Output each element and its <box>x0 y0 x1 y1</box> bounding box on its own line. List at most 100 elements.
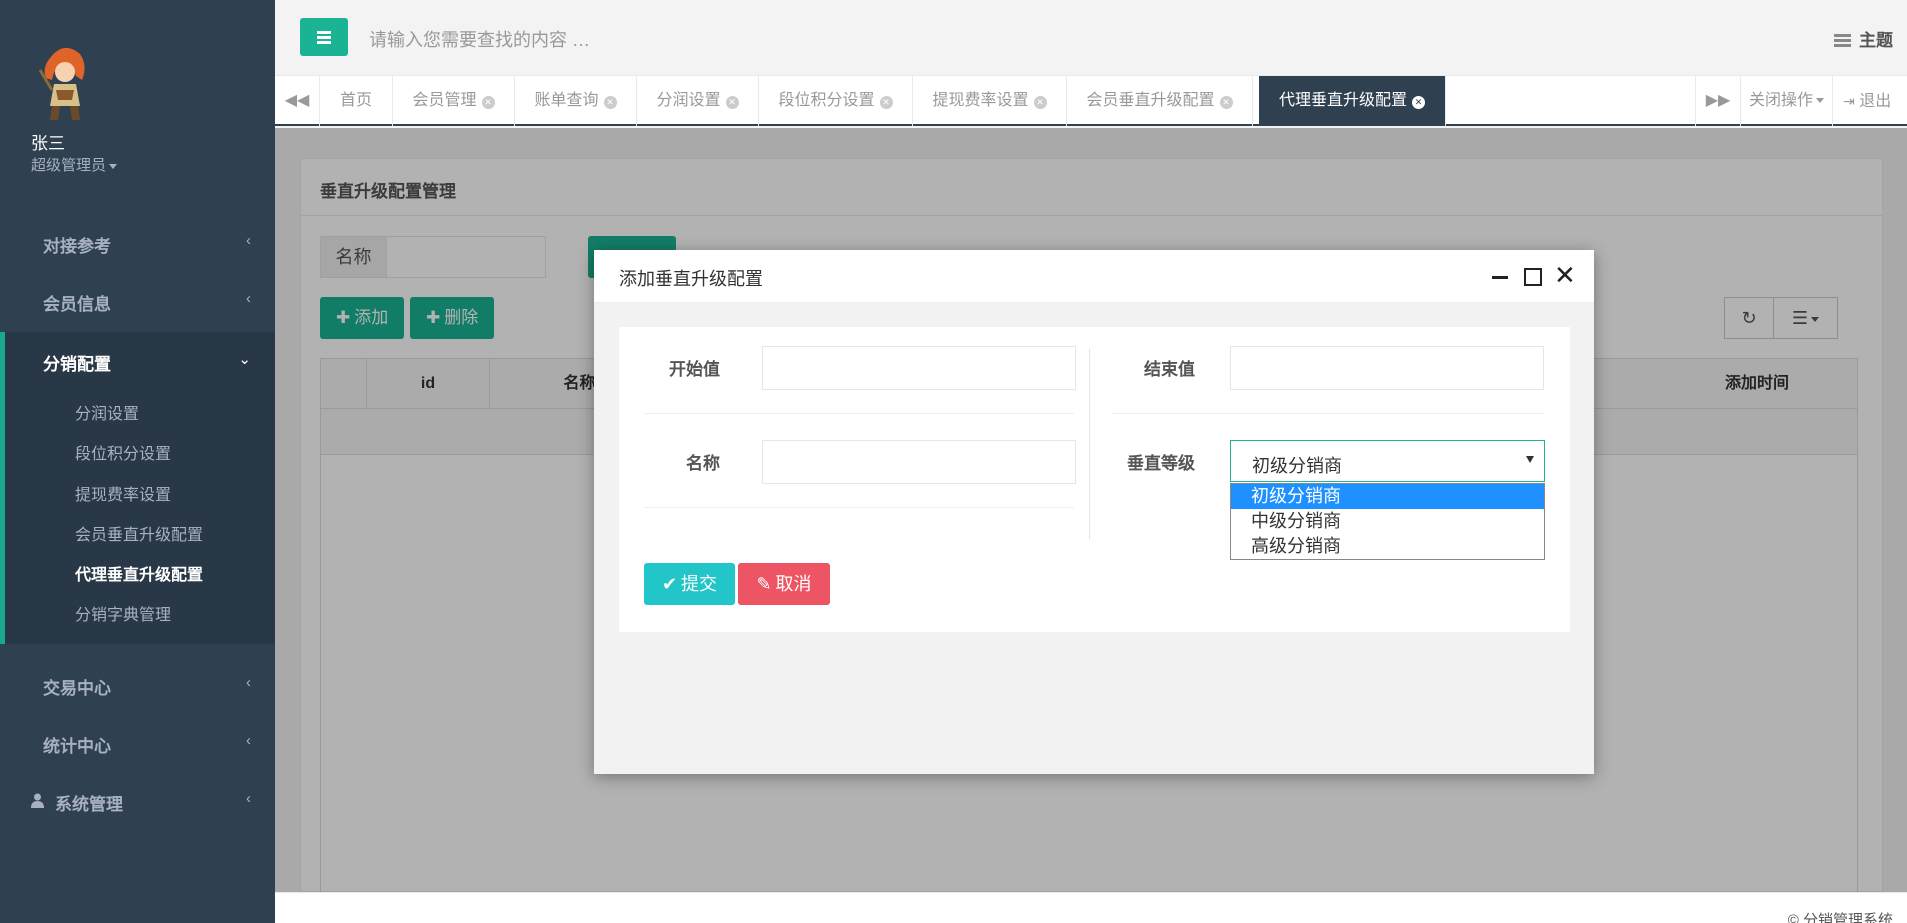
tab-label: 代理垂直升级配置 <box>1278 92 1407 109</box>
config-form: 开始值 结束值 名称 垂直等级 初级分销商 初级分销商 中级分销商 高级分销商 … <box>619 327 1570 632</box>
menu-icon-bar <box>317 41 331 44</box>
dropdown-arrow-icon <box>1526 456 1534 463</box>
level-selected-value: 初级分销商 <box>1252 456 1342 476</box>
logout-button[interactable]: ⇥ 退出 <box>1832 76 1907 126</box>
sidebar-item-label: 分销配置 <box>43 355 111 374</box>
divider <box>644 413 1074 414</box>
chevron-left-icon: ‹ <box>246 732 251 749</box>
chevron-left-icon: ‹ <box>246 232 251 249</box>
sidebar-item-distribution-config[interactable]: 分销配置 ⌄ <box>0 332 275 390</box>
close-icon[interactable]: ✕ <box>481 96 495 109</box>
tab-agent-upgrade[interactable]: 代理垂直升级配置 ✕ <box>1259 76 1446 126</box>
tab-label: 分润设置 <box>656 92 721 109</box>
sidebar-subitem-member-upgrade[interactable]: 会员垂直升级配置 <box>75 521 203 545</box>
close-icon[interactable]: ✕ <box>1412 96 1425 109</box>
end-value-label: 结束值 <box>1144 360 1195 379</box>
minimize-icon[interactable] <box>1492 276 1508 279</box>
column-divider <box>1089 349 1090 539</box>
search-input[interactable]: 请输入您需要查找的内容 … <box>369 26 590 52</box>
level-option[interactable]: 高级分销商 <box>1231 534 1544 559</box>
user-role-label: 超级管理员 <box>31 157 107 174</box>
sidebar-item-trade-center[interactable]: 交易中心 ‹ <box>0 656 275 714</box>
top-navbar: 请输入您需要查找的内容 … 主题 <box>275 0 1907 76</box>
sidebar-subitem-rank-points[interactable]: 段位积分设置 <box>75 440 171 464</box>
sidebar-item-label: 统计中心 <box>43 737 111 756</box>
tab-label: 账单查询 <box>534 92 599 109</box>
tab-home[interactable]: 首页 <box>320 76 393 126</box>
close-icon[interactable]: ✕ <box>1219 96 1233 109</box>
modal-title: 添加垂直升级配置 <box>619 269 763 289</box>
end-value-input[interactable] <box>1230 346 1544 390</box>
cancel-button[interactable]: ✎ 取消 <box>738 563 830 605</box>
chevron-left-icon: ‹ <box>246 290 251 307</box>
sidebar-item-system[interactable]: 系统管理 ‹ <box>0 772 275 830</box>
sidebar-item-api-reference[interactable]: 对接参考 ‹ <box>0 214 275 272</box>
close-icon[interactable]: ✕ <box>725 96 739 109</box>
eraser-icon: ✎ <box>756 574 772 594</box>
close-operations-dropdown[interactable]: 关闭操作 <box>1740 76 1832 126</box>
tab-rank-points[interactable]: 段位积分设置 ✕ <box>759 76 913 126</box>
theme-button[interactable]: 主题 <box>1834 26 1893 51</box>
sidebar-subitem-withdraw-fee[interactable]: 提现费率设置 <box>75 481 171 505</box>
user-name: 张三 <box>31 134 65 153</box>
tab-member-upgrade[interactable]: 会员垂直升级配置 ✕ <box>1067 76 1253 126</box>
chevron-left-icon: ‹ <box>246 790 251 807</box>
tab-withdraw-fee[interactable]: 提现费率设置 ✕ <box>913 76 1067 126</box>
theme-icon <box>1834 34 1851 47</box>
tab-scroll-left-button[interactable]: ◀◀ <box>275 76 320 126</box>
level-select[interactable]: 初级分销商 <box>1230 440 1545 482</box>
close-icon[interactable]: ✕ <box>1033 96 1047 109</box>
theme-label: 主题 <box>1859 31 1893 50</box>
sidebar-item-statistics[interactable]: 统计中心 ‹ <box>0 714 275 772</box>
close-icon[interactable]: ✕ <box>603 96 617 109</box>
start-value-label: 开始值 <box>669 360 720 379</box>
level-option[interactable]: 中级分销商 <box>1231 509 1544 534</box>
maximize-icon[interactable] <box>1524 268 1542 286</box>
sidebar-item-label: 系统管理 <box>55 795 123 814</box>
level-label: 垂直等级 <box>1127 454 1195 473</box>
caret-down-icon <box>109 163 118 169</box>
sidebar-subitem-profit-settings[interactable]: 分润设置 <box>75 400 139 424</box>
start-value-input[interactable] <box>762 346 1076 390</box>
logout-icon: ⇥ <box>1843 93 1855 109</box>
user-role-dropdown[interactable]: 超级管理员 <box>31 154 118 175</box>
add-config-modal: 添加垂直升级配置 ✕ 开始值 结束值 名称 垂直等级 初级分销商 初级分销商 中… <box>594 250 1594 774</box>
tab-scroll-right-button[interactable]: ▶▶ <box>1695 76 1740 126</box>
caret-down-icon <box>1816 98 1824 104</box>
sidebar-subitem-agent-upgrade[interactable]: 代理垂直升级配置 <box>75 561 203 585</box>
level-options-list: 初级分销商 中级分销商 高级分销商 <box>1230 483 1545 560</box>
close-ops-label: 关闭操作 <box>1748 92 1813 109</box>
cancel-label: 取消 <box>775 574 812 594</box>
check-icon: ✔ <box>661 574 678 594</box>
sidebar-group-distribution-config: 分销配置 ⌄ 分润设置 段位积分设置 提现费率设置 会员垂直升级配置 代理垂直升… <box>0 332 275 644</box>
tab-label: 会员管理 <box>412 92 477 109</box>
avatar[interactable] <box>32 40 96 122</box>
user-profile: 张三 超级管理员 <box>0 0 275 196</box>
name-label: 名称 <box>686 454 720 473</box>
tab-label: 提现费率设置 <box>932 92 1029 109</box>
name-input[interactable] <box>762 440 1076 484</box>
footer: © 分销管理系统 <box>275 892 1907 923</box>
tab-label: 会员垂直升级配置 <box>1086 92 1215 109</box>
divider <box>1111 413 1545 414</box>
level-option[interactable]: 初级分销商 <box>1231 484 1544 509</box>
sidebar-toggle-button[interactable] <box>300 18 348 56</box>
tab-bill-query[interactable]: 账单查询 ✕ <box>515 76 637 126</box>
submit-label: 提交 <box>681 574 718 594</box>
tab-member-management[interactable]: 会员管理 ✕ <box>393 76 515 126</box>
footer-text: © 分销管理系统 <box>1787 912 1893 923</box>
modal-header: 添加垂直升级配置 ✕ <box>594 250 1594 303</box>
tab-profit-settings[interactable]: 分润设置 ✕ <box>637 76 759 126</box>
chevron-left-icon: ‹ <box>246 674 251 691</box>
logout-label: 退出 <box>1859 93 1892 110</box>
tab-bar: ◀◀ 首页 会员管理 ✕ 账单查询 ✕ 分润设置 ✕ 段位积分设置 ✕ 提现费率设置 ✕ … <box>275 76 1907 126</box>
sidebar: 张三 超级管理员 对接参考 ‹ 会员信息 ‹ 分销配置 ⌄ 分润设置 段位积分设… <box>0 0 275 923</box>
menu-icon <box>317 31 331 34</box>
sidebar-subitem-dictionary[interactable]: 分销字典管理 <box>75 601 171 625</box>
close-icon[interactable]: ✕ <box>1554 262 1576 288</box>
sidebar-item-label: 会员信息 <box>43 295 111 314</box>
submit-button[interactable]: ✔ 提交 <box>644 563 735 605</box>
close-icon[interactable]: ✕ <box>879 96 893 109</box>
tab-label: 首页 <box>339 92 372 109</box>
sidebar-item-member-info[interactable]: 会员信息 ‹ <box>0 272 275 330</box>
